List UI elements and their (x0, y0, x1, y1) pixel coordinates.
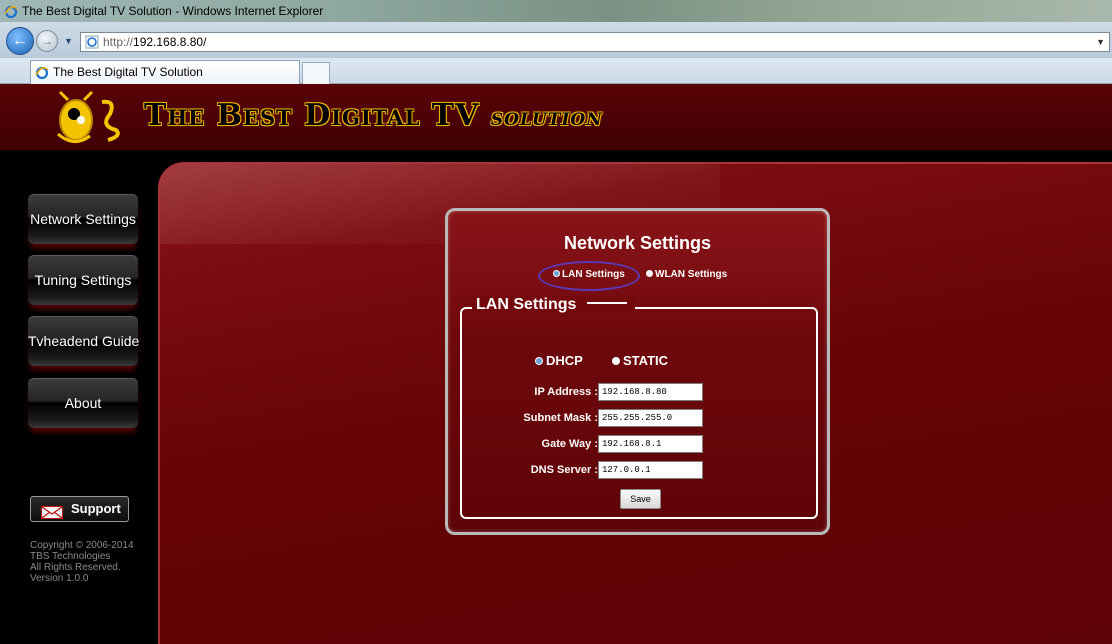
subnet-mask-row: Subnet Mask : 255.255.255.0 (462, 409, 818, 429)
url-prefix: http:// (103, 35, 134, 49)
gateway-label: Gate Way : (541, 438, 598, 450)
save-button[interactable]: Save (620, 489, 661, 509)
address-bar[interactable]: http://192.168.8.80/ ▼ (80, 32, 1110, 52)
dns-server-row: DNS Server : 127.0.0.1 (462, 461, 818, 481)
wlan-settings-radio[interactable]: WLAN Settings (646, 269, 727, 280)
ip-address-label: IP Address : (534, 386, 598, 398)
static-radio[interactable]: STATIC (612, 353, 668, 368)
rights-line: All Rights Reserved. (30, 562, 121, 573)
mail-icon (41, 503, 63, 527)
address-toolbar: ← → ▼ http://192.168.8.80/ ▼ (0, 22, 1112, 58)
dns-server-label: DNS Server : (530, 464, 598, 476)
site-brand-title: The Best Digital TV solution (144, 96, 603, 136)
back-arrow-icon: ← (12, 32, 28, 49)
lan-settings-fieldset: LAN Settings DHCP STATIC IP Address : 19… (460, 296, 818, 519)
network-settings-box: Network Settings LAN Settings WLAN Setti… (445, 208, 830, 535)
static-label: STATIC (623, 353, 669, 368)
settings-title: Network Settings (563, 233, 712, 253)
dhcp-radio[interactable]: DHCP (535, 353, 583, 368)
sidebar: Network Settings Tuning Settings Tvheade… (0, 150, 156, 644)
support-button[interactable]: Support (30, 496, 129, 522)
gateway-row: Gate Way : 192.168.8.1 (462, 435, 818, 455)
tab-bar: The Best Digital TV Solution (0, 58, 1112, 84)
gateway-input[interactable]: 192.168.8.1 (598, 435, 703, 453)
tbs-logo (50, 90, 130, 148)
radio-selected-icon (535, 357, 543, 365)
settings-mode-selector: LAN Settings WLAN Settings (538, 261, 798, 291)
subnet-mask-input[interactable]: 255.255.255.0 (598, 409, 703, 427)
support-label: Support (71, 501, 121, 516)
radio-unselected-icon (612, 357, 620, 365)
sidebar-item-tuning-settings[interactable]: Tuning Settings (28, 255, 138, 305)
radio-selected-icon (553, 270, 560, 277)
address-dropdown-icon[interactable]: ▼ (1096, 33, 1105, 51)
ip-address-input[interactable]: 192.168.8.80 (598, 383, 703, 401)
lan-settings-label: LAN Settings (562, 269, 625, 280)
tab-title: The Best Digital TV Solution (53, 65, 203, 79)
window-title: The Best Digital TV Solution - Windows I… (22, 4, 324, 18)
version-line: Version 1.0.0 (30, 573, 89, 584)
legend-rule (586, 302, 627, 304)
company-line: TBS Technologies (30, 551, 111, 562)
dns-server-input[interactable]: 127.0.0.1 (598, 461, 703, 479)
back-button[interactable]: ← (6, 27, 34, 55)
dhcp-label: DHCP (546, 353, 583, 368)
section-title: LAN Settings (476, 296, 577, 313)
brand-script-text: solution (490, 102, 603, 131)
copyright-line: Copyright © 2006-2014 (30, 540, 134, 551)
new-tab-button[interactable] (302, 62, 330, 84)
window-title-bar: The Best Digital TV Solution - Windows I… (0, 0, 1112, 22)
tab-current[interactable]: The Best Digital TV Solution (30, 60, 300, 84)
page-icon (85, 35, 99, 54)
url-host: 192.168.8.80/ (133, 35, 207, 49)
wlan-settings-label: WLAN Settings (655, 269, 728, 280)
sidebar-item-about[interactable]: About (28, 378, 138, 428)
lan-settings-radio[interactable]: LAN Settings (553, 269, 625, 280)
history-dropdown-icon[interactable]: ▼ (64, 36, 73, 46)
radio-unselected-icon (646, 270, 653, 277)
ip-address-row: IP Address : 192.168.8.80 (462, 383, 818, 403)
web-page: The Best Digital TV solution Network Set… (0, 84, 1112, 644)
site-header: The Best Digital TV solution (0, 84, 1112, 150)
subnet-mask-label: Subnet Mask : (523, 412, 598, 424)
sidebar-item-tvheadend-guide[interactable]: Tvheadend Guide (28, 316, 139, 366)
forward-arrow-icon: → (41, 34, 53, 48)
sidebar-item-network-settings[interactable]: Network Settings (28, 194, 138, 244)
lan-settings-legend: LAN Settings (472, 296, 635, 314)
brand-main-text: The Best Digital TV (144, 98, 480, 133)
forward-button[interactable]: → (36, 30, 58, 52)
browser-window: The Best Digital TV Solution - Windows I… (0, 0, 1112, 644)
copyright-notice: Copyright © 2006-2014 TBS Technologies A… (30, 540, 150, 584)
